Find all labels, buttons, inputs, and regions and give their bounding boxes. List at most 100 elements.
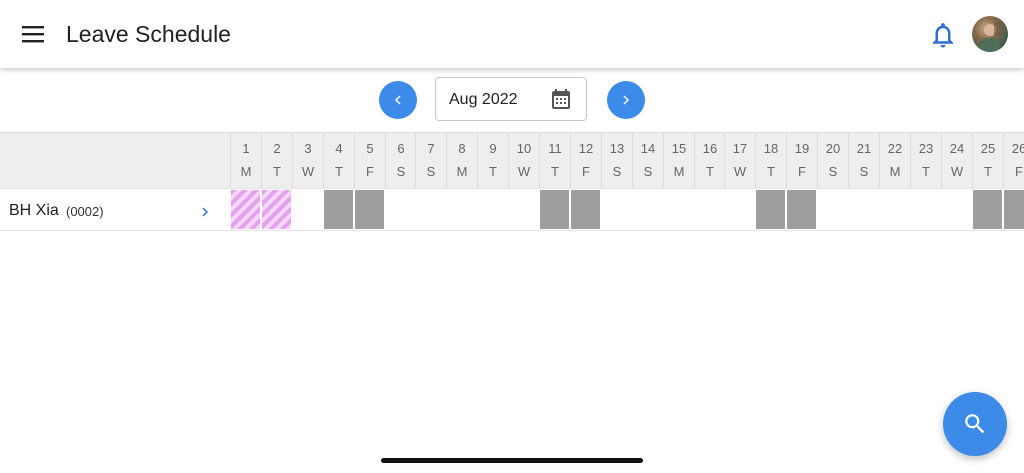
day-column-header: 6S bbox=[385, 132, 416, 188]
day-of-week: M bbox=[240, 164, 252, 179]
day-of-week: W bbox=[517, 164, 531, 179]
day-column-header: 3W bbox=[292, 132, 323, 188]
day-number: 4 bbox=[335, 141, 343, 156]
non-working-day-cell[interactable] bbox=[324, 190, 353, 229]
day-column-header: 16 T bbox=[694, 132, 725, 188]
day-of-week: S bbox=[643, 164, 653, 179]
day-column-header: 24 W bbox=[941, 132, 972, 188]
day-number: 22 bbox=[887, 141, 903, 156]
day-of-week: T bbox=[984, 164, 992, 179]
search-icon bbox=[965, 414, 985, 434]
chevron-right-icon bbox=[623, 95, 629, 105]
chevron-left-icon bbox=[395, 95, 401, 105]
day-of-week: T bbox=[706, 164, 714, 179]
non-working-day-cell[interactable] bbox=[1004, 190, 1024, 229]
day-number: 25 bbox=[980, 141, 996, 156]
day-number: 7 bbox=[427, 141, 435, 156]
non-working-day-cell[interactable] bbox=[787, 190, 816, 229]
prev-month-button[interactable] bbox=[379, 81, 417, 119]
day-number: 12 bbox=[578, 141, 594, 156]
day-of-week: T bbox=[335, 164, 343, 179]
day-of-week: T bbox=[922, 164, 930, 179]
day-number: 5 bbox=[366, 141, 374, 156]
day-column-header: 20 S bbox=[817, 132, 848, 188]
day-of-week: F bbox=[366, 164, 374, 179]
day-column-header: 26 F bbox=[1003, 132, 1024, 188]
day-column-header: 4T bbox=[323, 132, 354, 188]
menu-icon bbox=[22, 26, 44, 43]
day-column-header: 14 S bbox=[632, 132, 663, 188]
day-of-week: M bbox=[673, 164, 685, 179]
day-column-header: 10 W bbox=[508, 132, 539, 188]
day-number: 2 bbox=[273, 141, 281, 156]
search-button[interactable] bbox=[943, 392, 1007, 456]
day-of-week: T bbox=[767, 164, 775, 179]
day-number: 1 bbox=[242, 141, 250, 156]
row-divider bbox=[0, 230, 1024, 231]
page-title: Leave Schedule bbox=[66, 21, 231, 47]
leave-day-cell[interactable] bbox=[262, 190, 291, 229]
row-divider bbox=[0, 188, 1024, 189]
month-picker[interactable]: Aug 2022 bbox=[435, 77, 587, 121]
day-column-header: 8M bbox=[446, 132, 477, 188]
leave-day-cell[interactable] bbox=[231, 190, 260, 229]
day-of-week: W bbox=[301, 164, 315, 179]
non-working-day-cell[interactable] bbox=[355, 190, 384, 229]
day-number: 21 bbox=[856, 141, 872, 156]
day-column-header: 18 T bbox=[755, 132, 786, 188]
day-number: 19 bbox=[794, 141, 810, 156]
non-working-day-cell[interactable] bbox=[571, 190, 600, 229]
day-number: 26 bbox=[1011, 141, 1024, 156]
day-column-header: 17 W bbox=[724, 132, 755, 188]
day-number: 20 bbox=[825, 141, 841, 156]
day-column-header: 13 S bbox=[601, 132, 632, 188]
day-column-header: 1M bbox=[230, 132, 261, 188]
day-number: 10 bbox=[516, 141, 532, 156]
day-number: 14 bbox=[640, 141, 656, 156]
day-column-header: 25 T bbox=[972, 132, 1003, 188]
current-month: Aug 2022 bbox=[449, 91, 518, 108]
day-of-week: T bbox=[273, 164, 281, 179]
non-working-day-cell[interactable] bbox=[540, 190, 569, 229]
user-avatar[interactable] bbox=[972, 16, 1008, 52]
day-number: 16 bbox=[702, 141, 718, 156]
day-column-header: 9T bbox=[477, 132, 508, 188]
day-number: 17 bbox=[732, 141, 748, 156]
day-column-header: 5F bbox=[354, 132, 385, 188]
day-of-week: M bbox=[889, 164, 901, 179]
day-number: 23 bbox=[918, 141, 934, 156]
day-column-header: 7S bbox=[415, 132, 446, 188]
home-indicator bbox=[381, 458, 643, 463]
day-of-week: F bbox=[582, 164, 590, 179]
calendar-icon bbox=[552, 89, 570, 109]
avatar-photo bbox=[980, 22, 1004, 52]
day-column-header: 23 T bbox=[910, 132, 941, 188]
day-of-week: S bbox=[612, 164, 622, 179]
menu-button[interactable] bbox=[18, 19, 48, 49]
day-number: 9 bbox=[489, 141, 497, 156]
day-number: 6 bbox=[397, 141, 405, 156]
day-number: 18 bbox=[763, 141, 779, 156]
day-of-week: S bbox=[396, 164, 406, 179]
day-of-week: M bbox=[456, 164, 468, 179]
day-number: 13 bbox=[609, 141, 625, 156]
day-of-week: T bbox=[551, 164, 559, 179]
day-of-week: S bbox=[828, 164, 838, 179]
employee-name: BH Xia bbox=[9, 202, 59, 219]
day-number: 3 bbox=[304, 141, 312, 156]
day-column-header: 2T bbox=[261, 132, 292, 188]
non-working-day-cell[interactable] bbox=[756, 190, 785, 229]
notifications-button[interactable] bbox=[928, 20, 958, 50]
day-column-header: 11 T bbox=[539, 132, 570, 188]
employee-code: (0002) bbox=[66, 204, 104, 219]
chevron-right-icon[interactable] bbox=[196, 202, 214, 222]
app-bar: Leave Schedule bbox=[0, 0, 1024, 68]
day-of-week: F bbox=[1015, 164, 1023, 179]
non-working-day-cell[interactable] bbox=[973, 190, 1002, 229]
day-of-week: T bbox=[489, 164, 497, 179]
day-number: 24 bbox=[949, 141, 965, 156]
bell-icon bbox=[933, 23, 953, 48]
day-number: 11 bbox=[548, 141, 562, 156]
day-of-week: F bbox=[798, 164, 806, 179]
next-month-button[interactable] bbox=[607, 81, 645, 119]
